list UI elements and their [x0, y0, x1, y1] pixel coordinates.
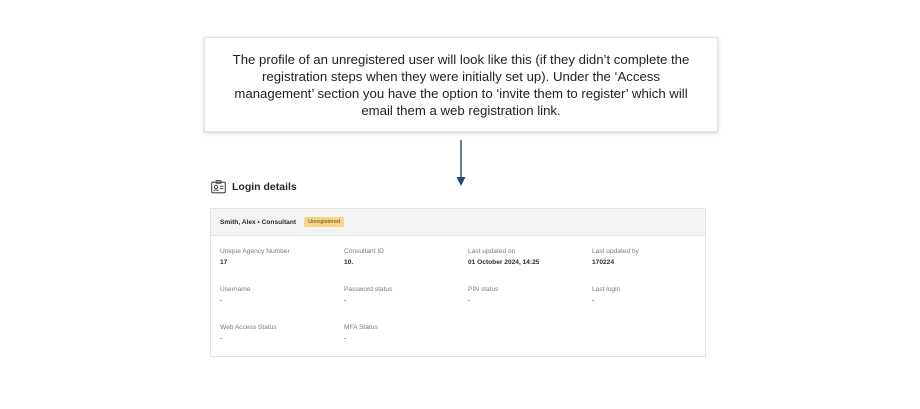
field-last-updated-by: Last updated by 170224: [592, 247, 712, 267]
login-details-card: Smith, Alex • Consultant Unregistered Un…: [210, 208, 706, 357]
field-value: -: [220, 297, 223, 304]
field-label: PIN status: [468, 286, 499, 293]
field-value: 17: [220, 259, 228, 266]
field-label: Consultant ID: [344, 248, 384, 255]
field-label: MFA Status: [344, 324, 378, 331]
field-consultant-id: Consultant ID 10.: [344, 247, 464, 267]
user-summary-bar: Smith, Alex • Consultant Unregistered: [211, 209, 705, 236]
field-agency-number: Unique Agency Number 17: [220, 247, 340, 267]
field-label: Username: [220, 286, 251, 293]
field-value: -: [344, 335, 347, 342]
field-value: 01 October 2024, 14:25: [468, 259, 540, 266]
field-value: -: [344, 297, 347, 304]
field-value: 170224: [592, 259, 615, 266]
field-password-status: Password status -: [344, 285, 464, 305]
field-label: Password status: [344, 286, 393, 293]
status-badge: Unregistered: [304, 217, 345, 227]
field-label: Last updated on: [468, 248, 516, 255]
field-username: Username -: [220, 285, 340, 305]
user-name: Smith, Alex • Consultant: [220, 218, 297, 226]
down-arrow-icon: [456, 140, 466, 186]
callout-text: The profile of an unregistered user will…: [232, 51, 690, 118]
field-last-updated-on: Last updated on 01 October 2024, 14:25: [468, 247, 588, 267]
field-value: -: [468, 297, 471, 304]
field-value: -: [220, 335, 223, 342]
id-card-icon: [211, 180, 226, 194]
field-pin-status: PIN status -: [468, 285, 588, 305]
field-value: 10.: [344, 259, 354, 266]
field-value: -: [592, 297, 595, 304]
field-label: Web Access Status: [220, 324, 277, 331]
section-title: Login details: [232, 181, 297, 193]
field-label: Unique Agency Number: [220, 248, 290, 255]
instruction-callout: The profile of an unregistered user will…: [204, 37, 718, 132]
field-last-login: Last login -: [592, 285, 712, 305]
field-mfa-status: MFA Status -: [344, 323, 464, 343]
field-label: Last updated by: [592, 248, 639, 255]
field-label: Last login: [592, 286, 621, 293]
login-details-header: Login details: [211, 180, 297, 194]
field-web-access-status: Web Access Status -: [220, 323, 340, 343]
